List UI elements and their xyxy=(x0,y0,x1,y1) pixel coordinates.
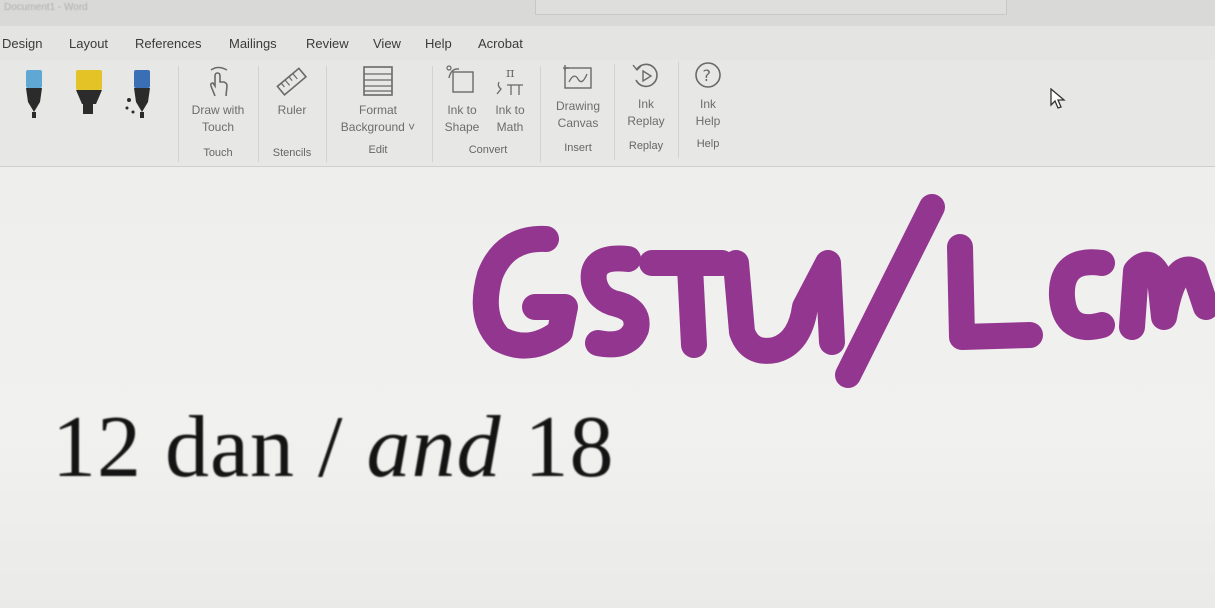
ink-help-label-2: Help xyxy=(695,114,721,128)
divider xyxy=(178,66,179,162)
ink-to-shape-label-2: Shape xyxy=(444,120,480,134)
group-label-help: Help xyxy=(696,138,720,150)
format-background-label-2: Background ˅ xyxy=(340,120,416,134)
format-background-button[interactable]: Format Background ˅ xyxy=(334,64,422,136)
ink-to-math-label-2: Math xyxy=(496,120,524,134)
divider xyxy=(540,66,541,162)
divider xyxy=(614,64,615,160)
ink-help-label-1: Ink xyxy=(699,97,716,111)
ink-to-shape-label-1: Ink to xyxy=(447,103,477,117)
divider xyxy=(432,66,433,162)
ink-to-math-button[interactable]: π Ink to Math xyxy=(488,64,532,136)
tab-help[interactable]: Help xyxy=(425,36,452,51)
ink-stroke-l xyxy=(947,234,1043,350)
galaxy-pen-icon xyxy=(125,70,150,118)
group-label-insert: Insert xyxy=(564,142,592,154)
ink-stroke-s xyxy=(580,245,650,358)
drawing-canvas-label-2: Canvas xyxy=(557,116,599,130)
group-label-convert: Convert xyxy=(468,144,508,156)
draw-with-touch-label-1: Draw with xyxy=(191,103,245,117)
drawing-canvas-icon xyxy=(563,65,592,89)
ruler-button[interactable]: Ruler xyxy=(266,66,318,119)
highlighter-icon xyxy=(76,70,102,114)
ink-stroke-u xyxy=(723,250,845,364)
pen-icon xyxy=(26,70,42,118)
ink-to-shape-button[interactable]: Ink to Shape xyxy=(440,64,484,136)
ink-layer[interactable] xyxy=(0,167,1215,608)
ink-stroke-g xyxy=(472,225,578,359)
ink-to-shape-icon xyxy=(446,65,474,93)
draw-ribbon: Draw with Touch Touch Ruler Stencils For… xyxy=(0,60,1215,167)
tab-references[interactable]: References xyxy=(135,36,201,51)
tab-design[interactable]: Design xyxy=(2,36,42,51)
window-title: Document1 - Word xyxy=(4,2,88,13)
ink-stroke-t-stem xyxy=(677,254,707,358)
group-label-touch: Touch xyxy=(203,147,233,159)
format-background-label-1: Format xyxy=(358,103,397,117)
mouse-pointer-icon xyxy=(1050,88,1066,109)
tab-acrobat[interactable]: Acrobat xyxy=(478,36,523,51)
tab-mailings[interactable]: Mailings xyxy=(229,36,277,51)
group-label-stencils: Stencils xyxy=(272,147,312,159)
ink-to-math-label-1: Ink to xyxy=(495,103,525,117)
search-box[interactable] xyxy=(535,0,1007,15)
pen-blue-button[interactable] xyxy=(20,68,48,125)
svg-text:π: π xyxy=(506,66,515,81)
ink-stroke-c xyxy=(1048,249,1115,341)
tab-review[interactable]: Review xyxy=(306,36,349,51)
ruler-icon xyxy=(276,67,308,96)
group-label-edit: Edit xyxy=(368,144,388,156)
document-page[interactable]: 12 dan / and 18 xyxy=(0,167,1215,608)
drawing-canvas-label-1: Drawing xyxy=(555,99,600,113)
divider xyxy=(678,62,679,158)
draw-with-touch-button[interactable]: Draw with Touch xyxy=(185,66,251,136)
ink-replay-label-1: Ink xyxy=(637,97,654,111)
tab-layout[interactable]: Layout xyxy=(69,36,108,51)
title-bar: Document1 - Word xyxy=(0,0,1215,26)
ink-help-button[interactable]: ? Ink Help xyxy=(686,60,730,130)
ink-replay-button[interactable]: Ink Replay xyxy=(620,60,672,130)
ink-stroke-m xyxy=(1119,251,1215,340)
ink-to-math-icon: π xyxy=(496,66,523,95)
format-background-icon xyxy=(363,66,393,96)
help-icon: ? xyxy=(695,62,721,88)
ink-replay-label-2: Replay xyxy=(627,114,665,128)
draw-with-touch-label-2: Touch xyxy=(201,120,235,134)
drawing-canvas-button[interactable]: Drawing Canvas xyxy=(548,62,608,132)
svg-text:?: ? xyxy=(703,66,712,85)
menu-bar: Design Layout References Mailings Review… xyxy=(0,26,1215,60)
divider xyxy=(258,66,259,162)
tab-view[interactable]: View xyxy=(373,36,401,51)
group-label-replay: Replay xyxy=(628,140,664,152)
highlighter-yellow-button[interactable] xyxy=(72,68,106,125)
replay-icon xyxy=(632,63,658,88)
pen-galaxy-button[interactable] xyxy=(124,68,158,125)
hand-touch-icon xyxy=(209,66,228,97)
ink-stroke-slash xyxy=(835,194,945,388)
divider xyxy=(326,66,327,162)
ruler-label: Ruler xyxy=(277,103,307,117)
